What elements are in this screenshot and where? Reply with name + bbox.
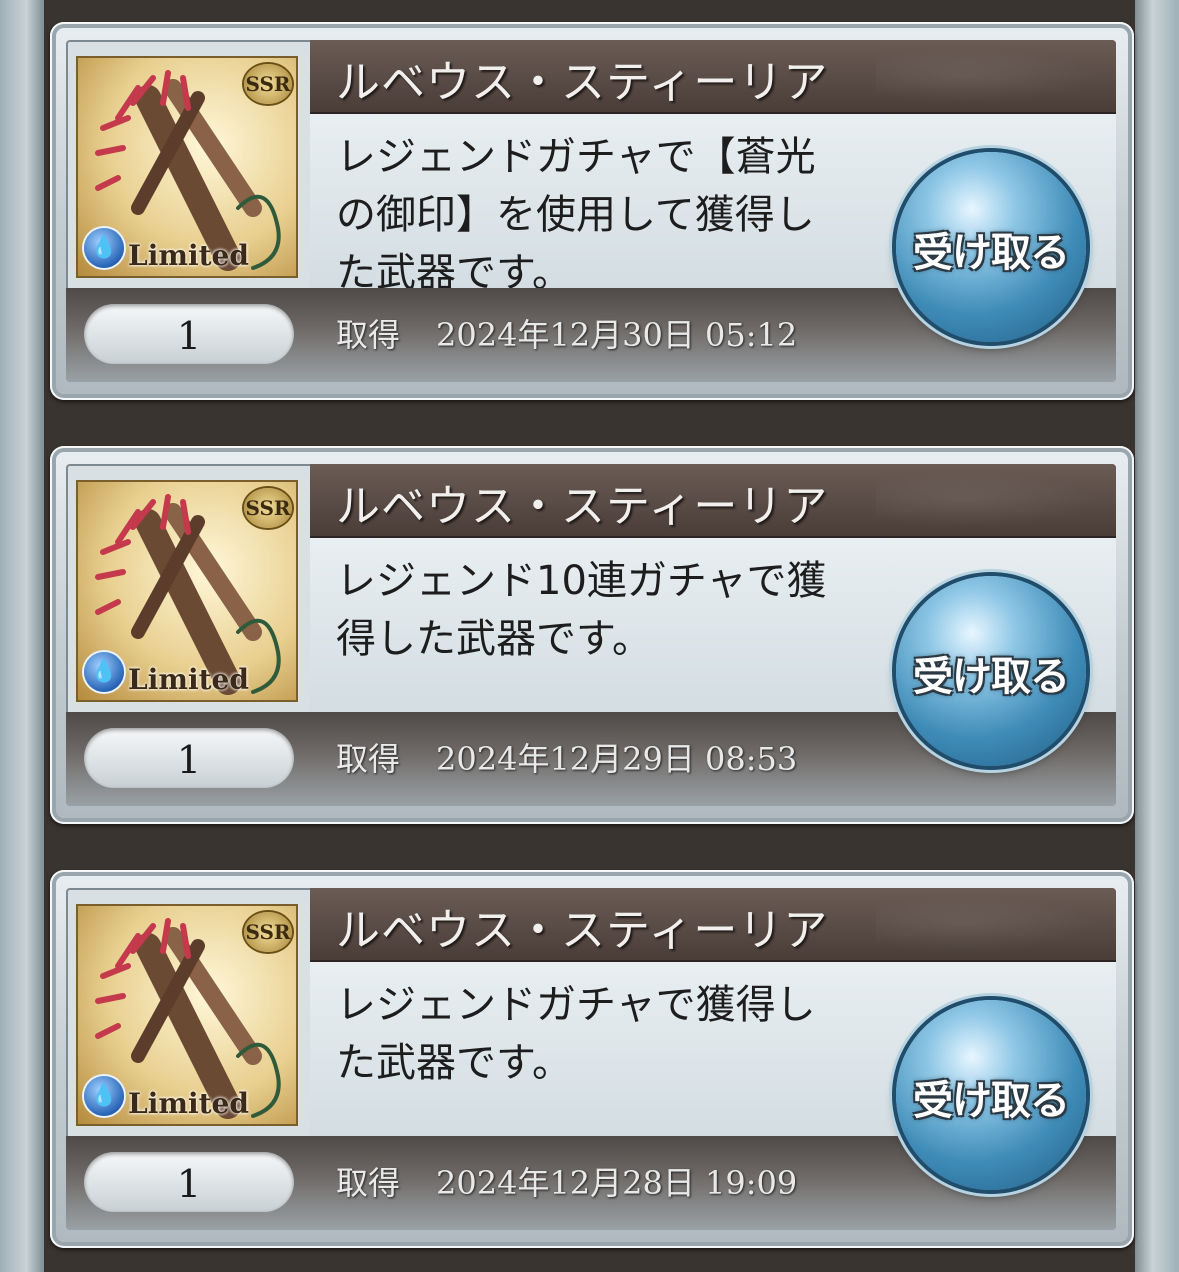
item-title-bar: ルベウス・スティーリア <box>310 40 1116 114</box>
item-title-bar: ルベウス・スティーリア <box>310 888 1116 962</box>
receive-button[interactable]: 受け取る <box>896 152 1086 342</box>
acquired-date: 2024年12月30日 05:12 <box>436 316 798 354</box>
present-card-body: SSR 💧 Limited ルベウス・スティーリア レジェンドガチャで獲得し た… <box>66 888 1116 1230</box>
weapon-thumbnail: SSR 💧 Limited <box>76 480 298 702</box>
rarity-badge: SSR <box>244 488 292 528</box>
receive-button-label: 受け取る <box>913 654 1070 700</box>
acquired-label: 取得 <box>336 740 401 778</box>
receive-button[interactable]: 受け取る <box>896 576 1086 766</box>
item-name: ルベウス・スティーリア <box>336 481 829 532</box>
present-card-body: SSR 💧 Limited ルベウス・スティーリア レジェンドガチャで【蒼光 の… <box>66 40 1116 382</box>
item-description: レジェンドガチャで【蒼光 の御印】を使用して獲得し た武器です。 <box>336 134 816 296</box>
water-element-icon: 💧 <box>84 1076 124 1116</box>
present-card: SSR 💧 Limited ルベウス・スティーリア レジェンドガチャで【蒼光 の… <box>50 22 1134 400</box>
receive-button-label: 受け取る <box>913 1078 1070 1124</box>
limited-tag: Limited <box>128 1087 249 1120</box>
present-list[interactable]: SSR 💧 Limited ルベウス・スティーリア レジェンドガチャで【蒼光 の… <box>44 0 1135 1272</box>
item-description: レジェンド10連ガチャで獲 得した武器です。 <box>336 558 827 662</box>
item-description: レジェンドガチャで獲得し た武器です。 <box>336 982 816 1086</box>
item-name: ルベウス・スティーリア <box>336 905 829 956</box>
acquired-label: 取得 <box>336 1164 401 1202</box>
item-title-bar: ルベウス・スティーリア <box>310 464 1116 538</box>
weapon-thumbnail: SSR 💧 Limited <box>76 904 298 1126</box>
acquired-date: 2024年12月28日 19:09 <box>436 1164 798 1202</box>
limited-tag: Limited <box>128 663 249 696</box>
weapon-thumbnail: SSR 💧 Limited <box>76 56 298 278</box>
quantity-field: 1 <box>84 728 294 788</box>
screen-edge-right <box>1135 0 1179 1272</box>
rarity-badge: SSR <box>244 912 292 952</box>
receive-button-label: 受け取る <box>913 230 1070 276</box>
water-element-icon: 💧 <box>84 228 124 268</box>
quantity-field: 1 <box>84 1152 294 1212</box>
item-name: ルベウス・スティーリア <box>336 57 829 108</box>
limited-tag: Limited <box>128 239 249 272</box>
acquired-date: 2024年12月29日 08:53 <box>436 740 798 778</box>
rarity-badge: SSR <box>244 64 292 104</box>
present-card-body: SSR 💧 Limited ルベウス・スティーリア レジェンド10連ガチャで獲 … <box>66 464 1116 806</box>
water-element-icon: 💧 <box>84 652 124 692</box>
receive-button[interactable]: 受け取る <box>896 1000 1086 1190</box>
present-card: SSR 💧 Limited ルベウス・スティーリア レジェンド10連ガチャで獲 … <box>50 446 1134 824</box>
screen-edge-left <box>0 0 44 1272</box>
quantity-field: 1 <box>84 304 294 364</box>
present-card: SSR 💧 Limited ルベウス・スティーリア レジェンドガチャで獲得し た… <box>50 870 1134 1248</box>
acquired-label: 取得 <box>336 316 401 354</box>
